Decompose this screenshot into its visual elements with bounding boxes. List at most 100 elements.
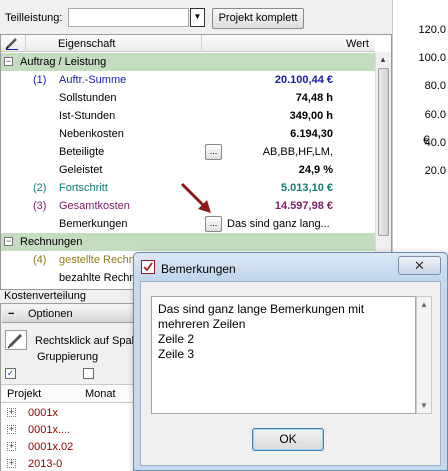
property-value: 24,9 % bbox=[298, 164, 333, 176]
property-value: 14.597,98 € bbox=[274, 200, 333, 212]
gruppierung-checkbox-checked[interactable]: ✓ bbox=[5, 368, 16, 379]
row-number: (4) bbox=[33, 254, 47, 266]
property-name: Ist-Stunden bbox=[59, 110, 116, 122]
property-row-nebenkosten[interactable]: Nebenkosten 6.194,30 bbox=[1, 125, 375, 143]
text-line: Das sind ganz lange Bemerkungen mit bbox=[158, 302, 365, 316]
scrollbar-thumb[interactable] bbox=[378, 68, 389, 236]
gruppierung-label: Gruppierung bbox=[37, 351, 99, 363]
collapse-icon[interactable]: − bbox=[8, 308, 14, 320]
teilleistung-row: Teilleistung: ▼ Projekt komplett bbox=[0, 5, 392, 29]
table-row[interactable]: + 0001x bbox=[1, 405, 137, 422]
combobox-dropdown-button[interactable]: ▼ bbox=[190, 8, 205, 27]
row-number: (1) bbox=[33, 74, 47, 86]
bemerkungen-dialog: Bemerkungen ✕ Das sind ganz lange Bemerk… bbox=[133, 252, 448, 471]
property-row-iststunden[interactable]: Ist-Stunden 349,00 h bbox=[1, 107, 375, 125]
property-value: 5.013,10 € bbox=[281, 182, 333, 194]
column-header-wert[interactable]: Wert bbox=[346, 38, 369, 50]
text-line: Zeile 3 bbox=[158, 347, 195, 361]
grid-header: Eigenschaft Wert bbox=[1, 35, 375, 52]
optionen-panel: − Optionen Rechtsklick auf Spalt Gruppie… bbox=[0, 303, 138, 471]
y-tick-label: 20.0 bbox=[424, 165, 446, 177]
text-line: Zeile 2 bbox=[158, 332, 195, 346]
property-value: Das sind ganz lang... bbox=[227, 218, 330, 230]
group-label: Auftrag / Leistung bbox=[20, 56, 107, 68]
property-name: gestellte Rechn bbox=[59, 254, 135, 266]
projekt-cell: 2013-0 bbox=[28, 458, 63, 470]
y-tick-label: 60.0 bbox=[424, 109, 446, 121]
property-value: 74,48 h bbox=[295, 92, 333, 104]
header-separator bbox=[201, 35, 202, 52]
expand-icon[interactable]: + bbox=[7, 459, 16, 468]
projekt-cell: 0001x bbox=[28, 407, 58, 419]
app-icon bbox=[141, 260, 155, 274]
optionen-tab[interactable]: − Optionen bbox=[2, 305, 138, 323]
row-number: (2) bbox=[33, 182, 47, 194]
projekt-komplett-button[interactable]: Projekt komplett bbox=[212, 8, 304, 29]
checkmark-icon: ✓ bbox=[6, 368, 15, 378]
teilleistung-label: Teilleistung: bbox=[5, 12, 63, 24]
y-axis-unit: € bbox=[423, 133, 430, 147]
property-row-auftragssumme[interactable]: (1) Auftr.-Summe 20.100,44 € bbox=[1, 71, 375, 89]
optionen-label: Optionen bbox=[28, 308, 73, 320]
property-row-sollstunden[interactable]: Sollstunden 74,48 h bbox=[1, 89, 375, 107]
group-row-auftrag[interactable]: − Auftrag / Leistung bbox=[1, 53, 375, 71]
property-name: Beteiligte bbox=[59, 146, 105, 158]
expand-icon[interactable]: + bbox=[7, 425, 16, 434]
group-row-rechnungen[interactable]: − Rechnungen bbox=[1, 233, 375, 251]
property-name: Auftr.-Summe bbox=[59, 74, 127, 86]
table-row[interactable]: + 0001x.02 bbox=[1, 439, 137, 456]
kostenverteilung-label: Kostenverteilung bbox=[4, 290, 86, 302]
annotation-arrow-icon bbox=[180, 182, 211, 213]
column-header-projekt[interactable]: Projekt bbox=[7, 388, 41, 400]
property-name: Fortschritt bbox=[59, 182, 108, 194]
expand-icon[interactable]: + bbox=[7, 442, 16, 451]
expand-icon[interactable]: + bbox=[7, 408, 16, 417]
projekt-table: Projekt Monat + 0001x + 0001x.... + 0001… bbox=[1, 384, 137, 471]
table-row[interactable]: + 2013-0 bbox=[1, 456, 137, 471]
pencil-icon[interactable] bbox=[5, 330, 27, 350]
pencil-icon[interactable] bbox=[5, 36, 19, 50]
scroll-up-icon[interactable]: ▲ bbox=[379, 55, 387, 64]
gruppierung-checkbox[interactable] bbox=[83, 368, 94, 379]
property-value: 349,00 h bbox=[289, 110, 333, 122]
ok-button[interactable]: OK bbox=[252, 428, 324, 451]
table-header: Projekt Monat bbox=[1, 385, 137, 403]
property-name: Gesamtkosten bbox=[59, 200, 130, 212]
scroll-up-icon[interactable]: ▲ bbox=[420, 300, 428, 309]
property-value: 20.100,44 € bbox=[274, 74, 333, 86]
y-tick-label: 80.0 bbox=[424, 80, 446, 92]
y-tick-label: 100.0 bbox=[418, 52, 446, 64]
property-row-beteiligte[interactable]: Beteiligte ... AB,BB,HF,LM, bbox=[1, 143, 375, 161]
rechtsklick-hint: Rechtsklick auf Spalt bbox=[35, 335, 138, 347]
beteiligte-ellipsis-button[interactable]: ... bbox=[205, 144, 222, 160]
projekt-cell: 0001x.02 bbox=[28, 441, 74, 453]
property-name: Sollstunden bbox=[59, 92, 117, 104]
row-number: (3) bbox=[33, 200, 47, 212]
close-button[interactable]: ✕ bbox=[398, 256, 441, 275]
teilleistung-combobox[interactable] bbox=[68, 8, 189, 27]
property-value: AB,BB,HF,LM, bbox=[262, 146, 333, 158]
y-tick-label: 120.0 bbox=[418, 24, 446, 36]
group-label: Rechnungen bbox=[20, 236, 83, 248]
dialog-titlebar[interactable]: Bemerkungen ✕ bbox=[134, 253, 447, 281]
collapse-icon[interactable]: − bbox=[4, 57, 13, 66]
textarea-scrollbar[interactable]: ▲ ▼ bbox=[416, 296, 432, 414]
close-icon: ✕ bbox=[414, 258, 425, 273]
property-value: 6.194,30 bbox=[290, 128, 333, 140]
collapse-icon[interactable]: − bbox=[4, 237, 13, 246]
chevron-down-icon: ▼ bbox=[193, 12, 202, 21]
property-name: bezahlte Rechn bbox=[59, 272, 136, 284]
column-header-monat[interactable]: Monat bbox=[85, 388, 116, 400]
table-row[interactable]: + 0001x.... bbox=[1, 422, 137, 439]
property-row-geleistet[interactable]: Geleistet 24,9 % bbox=[1, 161, 375, 179]
dialog-body: Das sind ganz lange Bemerkungen mit mehr… bbox=[140, 281, 441, 466]
property-name: Geleistet bbox=[59, 164, 103, 176]
text-line: mehreren Zeilen bbox=[158, 317, 246, 331]
dialog-title: Bemerkungen bbox=[161, 262, 236, 276]
bemerkungen-textarea[interactable]: Das sind ganz lange Bemerkungen mit mehr… bbox=[151, 296, 416, 414]
column-header-eigenschaft[interactable]: Eigenschaft bbox=[58, 38, 115, 50]
projekt-cell: 0001x.... bbox=[28, 424, 71, 436]
header-separator bbox=[25, 35, 26, 52]
property-name: Nebenkosten bbox=[59, 128, 124, 140]
scroll-down-icon[interactable]: ▼ bbox=[420, 401, 428, 410]
